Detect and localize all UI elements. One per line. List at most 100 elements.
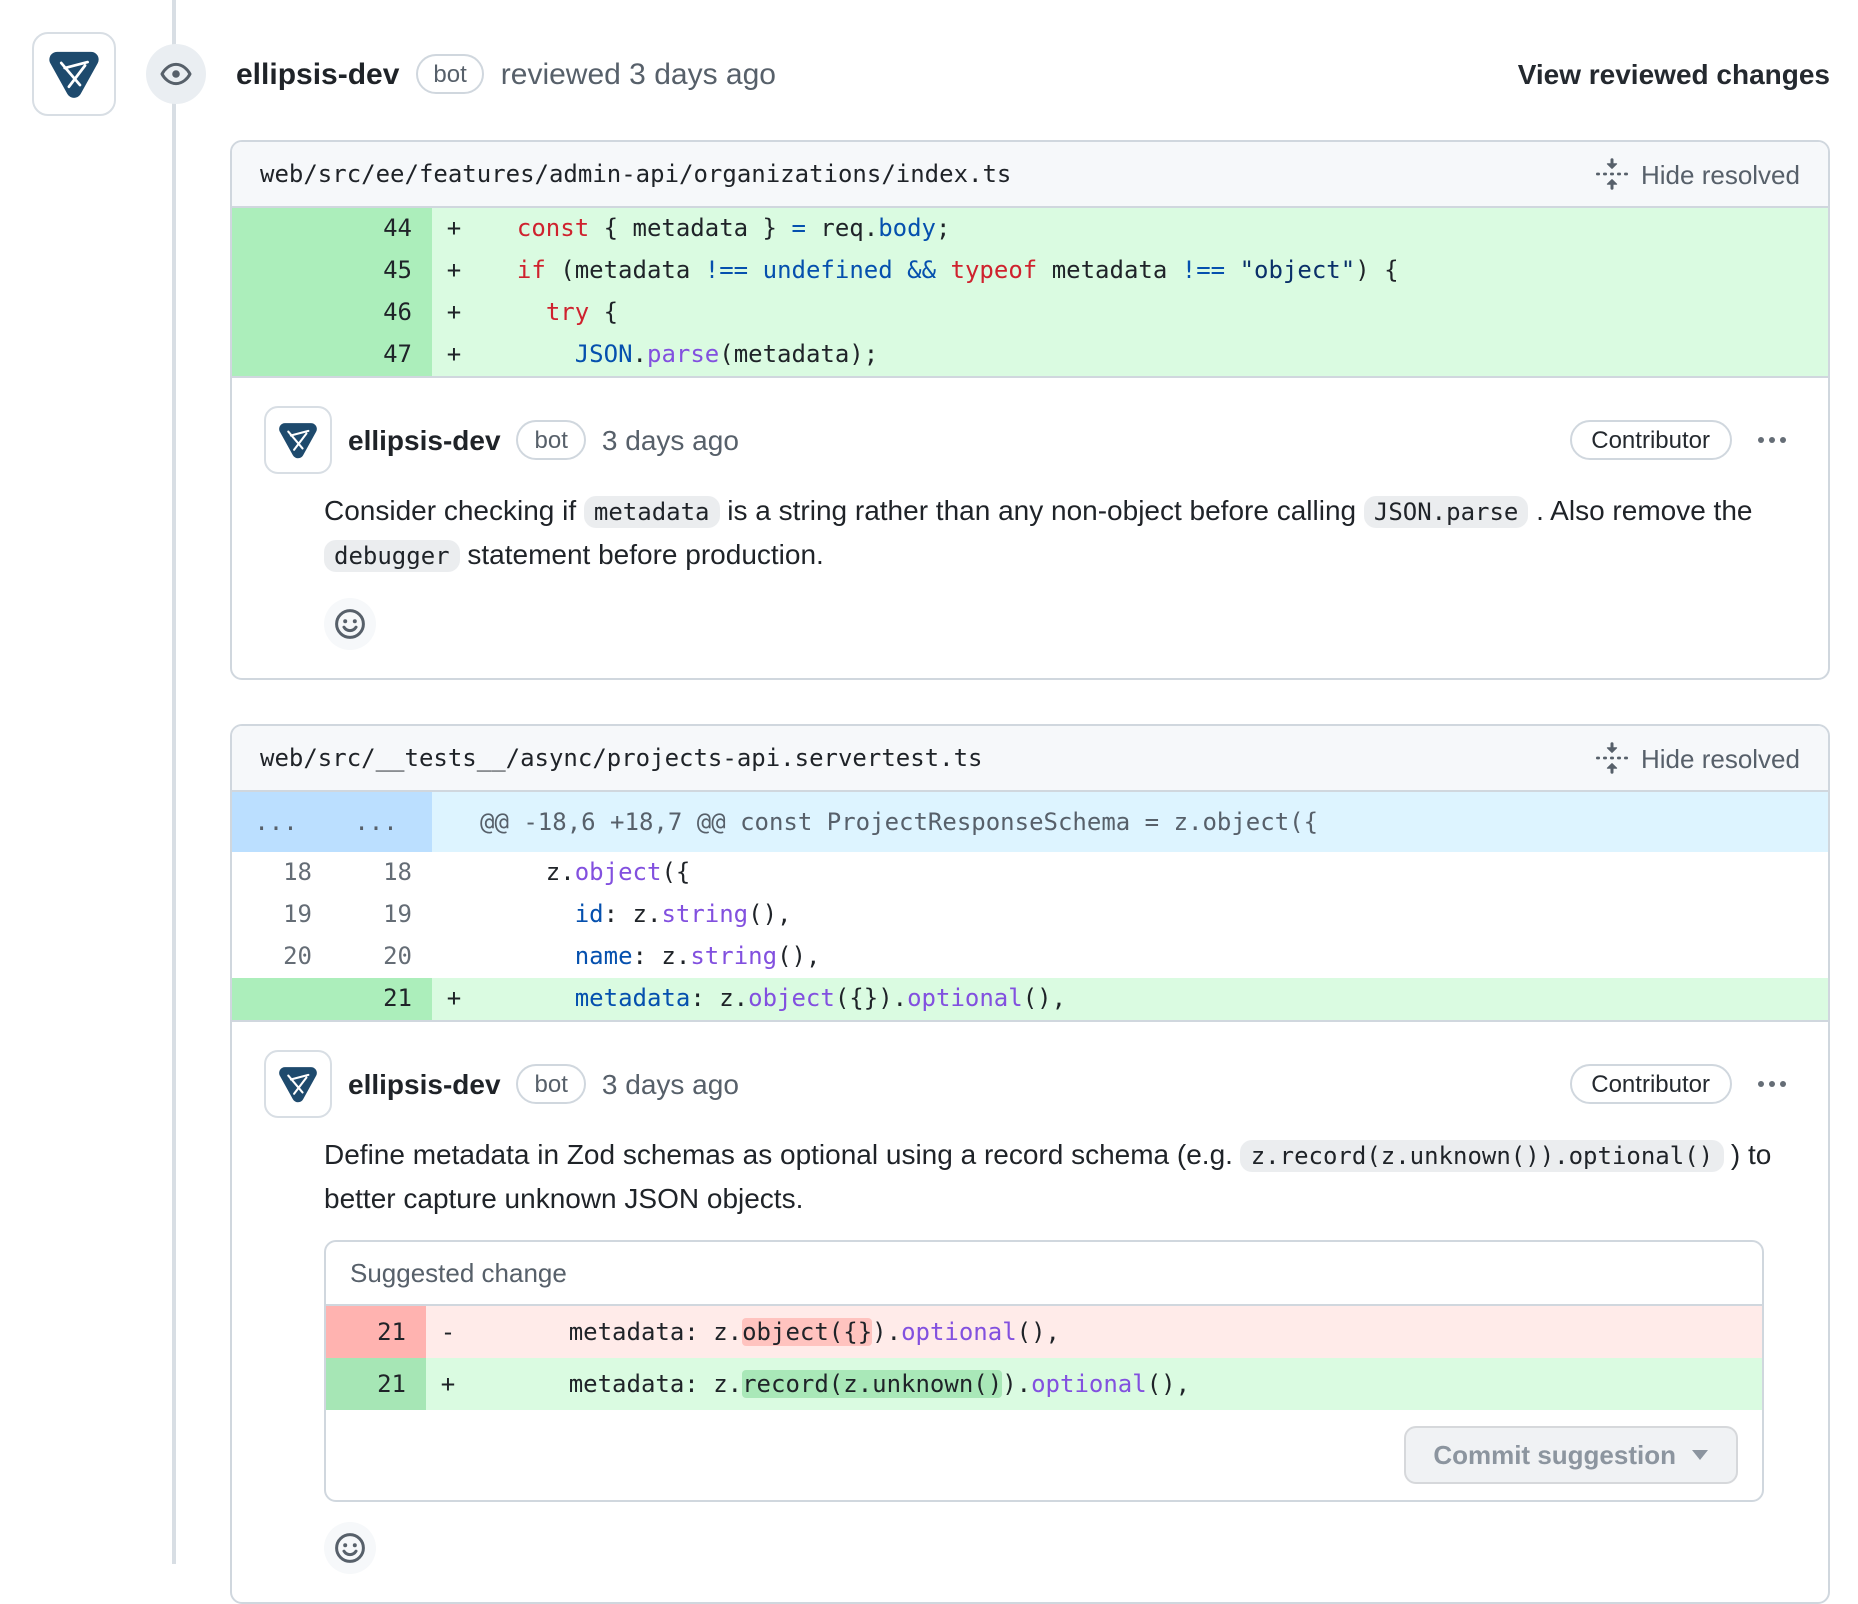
hide-resolved-button[interactable]: Hide resolved	[1595, 154, 1800, 194]
code-line: id: z.string(),	[476, 894, 1828, 936]
diff-sign	[432, 852, 476, 894]
add-reaction-button[interactable]	[324, 598, 376, 650]
code-line: z.object({	[476, 852, 1828, 894]
reviewer-name-link[interactable]: ellipsis-dev	[236, 57, 399, 91]
review-comment-card-2: web/src/__tests__/async/projects-api.ser…	[230, 724, 1830, 1604]
kebab-menu-icon	[1756, 1068, 1788, 1100]
code-line: try {	[476, 292, 1828, 334]
new-line-number: ...	[332, 792, 432, 852]
new-line-number: 20	[332, 936, 432, 978]
contributor-badge: Contributor	[1569, 1064, 1732, 1104]
comment-avatar[interactable]	[264, 406, 332, 474]
new-line-number: 18	[332, 852, 432, 894]
diff-line: 44 + const { metadata } = req.body;	[232, 208, 1828, 250]
code-line: metadata: z.record(z.unknown()).optional…	[470, 1358, 1762, 1410]
old-line-number: 20	[232, 936, 332, 978]
old-line-number: 18	[232, 852, 332, 894]
dropdown-caret-icon	[1692, 1450, 1708, 1460]
comment-author-link[interactable]: ellipsis-dev	[348, 1068, 501, 1100]
comment-timestamp-link[interactable]: 3 days ago	[602, 424, 739, 456]
diff-line: 18 18 z.object({	[232, 852, 1828, 894]
hunk-header-line: ... ... @@ -18,6 +18,7 @@ const ProjectR…	[232, 792, 1828, 852]
view-reviewed-changes-link[interactable]: View reviewed changes	[1518, 58, 1830, 90]
old-line-number	[232, 334, 332, 376]
bot-badge: bot	[517, 1064, 586, 1104]
old-line-number: 19	[232, 894, 332, 936]
code-line: metadata: z.object({}).optional(),	[476, 978, 1828, 1020]
diff-line: 46 + try {	[232, 292, 1828, 334]
diff-sign	[432, 894, 476, 936]
diff-sign: +	[432, 292, 476, 334]
code-line: const { metadata } = req.body;	[476, 208, 1828, 250]
review-action-text: reviewed 3 days ago	[501, 57, 776, 91]
diff-line: 21 + metadata: z.object({}).optional(),	[232, 978, 1828, 1020]
comment-avatar[interactable]	[264, 1050, 332, 1118]
code-line: if (metadata !== undefined && typeof met…	[476, 250, 1828, 292]
kebab-menu-icon	[1756, 424, 1788, 456]
diff-sign: +	[426, 1358, 470, 1410]
comment-header: ellipsis-dev bot 3 days ago Contributor	[264, 406, 1796, 474]
bot-badge: bot	[517, 420, 586, 460]
comment-timestamp-link[interactable]: 3 days ago	[602, 1068, 739, 1100]
file-header-1: web/src/ee/features/admin-api/organizati…	[232, 142, 1828, 208]
diff-line: 20 20 name: z.string(),	[232, 936, 1828, 978]
diff-sign: -	[426, 1306, 470, 1358]
file-path-link[interactable]: web/src/ee/features/admin-api/organizati…	[260, 160, 1011, 188]
new-line-number: 46	[332, 292, 432, 334]
file-path-link[interactable]: web/src/__tests__/async/projects-api.ser…	[260, 744, 982, 772]
add-reaction-button[interactable]	[324, 1522, 376, 1574]
suggested-change-title: Suggested change	[326, 1242, 1762, 1306]
comment-options-button[interactable]	[1748, 1064, 1796, 1104]
suggested-change-block: Suggested change 21 - metadata: z.object…	[324, 1240, 1764, 1502]
diff-block-1: 44 + const { metadata } = req.body; 45 +…	[232, 208, 1828, 376]
diff-sign: +	[432, 208, 476, 250]
new-line-number: 21	[332, 978, 432, 1020]
hide-resolved-label: Hide resolved	[1641, 159, 1800, 189]
file-header-2: web/src/__tests__/async/projects-api.ser…	[232, 726, 1828, 792]
old-line-number	[232, 250, 332, 292]
suggestion-deletion-line: 21 - metadata: z.object({}).optional(),	[326, 1306, 1762, 1358]
comment-author-link[interactable]: ellipsis-dev	[348, 424, 501, 456]
pr-review-thread: ellipsis-dev bot reviewed 3 days ago Vie…	[0, 0, 1858, 1564]
hide-resolved-label: Hide resolved	[1641, 743, 1800, 773]
comment-body: Define metadata in Zod schemas as option…	[324, 1134, 1796, 1220]
contributor-badge: Contributor	[1569, 420, 1732, 460]
diff-sign: +	[432, 978, 476, 1020]
diff-line: 19 19 id: z.string(),	[232, 894, 1828, 936]
review-event-header: ellipsis-dev bot reviewed 3 days ago Vie…	[0, 0, 1858, 116]
smiley-icon	[334, 1532, 366, 1564]
bot-badge: bot	[415, 54, 484, 94]
new-line-number: 19	[332, 894, 432, 936]
new-line-number: 44	[332, 208, 432, 250]
diff-line: 45 + if (metadata !== undefined && typeo…	[232, 250, 1828, 292]
code-line: name: z.string(),	[476, 936, 1828, 978]
commit-suggestion-button[interactable]: Commit suggestion	[1403, 1426, 1738, 1484]
suggestion-addition-line: 21 + metadata: z.record(z.unknown()).opt…	[326, 1358, 1762, 1410]
fold-icon	[1595, 742, 1627, 774]
ellipsis-logo-icon	[40, 40, 108, 108]
comment-options-button[interactable]	[1748, 420, 1796, 460]
review-comment-2: ellipsis-dev bot 3 days ago Contributor …	[232, 1020, 1828, 1602]
eye-icon	[146, 44, 206, 104]
review-comment-card-1: web/src/ee/features/admin-api/organizati…	[230, 140, 1830, 680]
review-event-text: ellipsis-dev bot reviewed 3 days ago	[236, 54, 776, 94]
line-number: 21	[326, 1358, 426, 1410]
reviewer-avatar[interactable]	[32, 32, 116, 116]
diff-sign: +	[432, 250, 476, 292]
diff-block-2: ... ... @@ -18,6 +18,7 @@ const ProjectR…	[232, 792, 1828, 1020]
smiley-icon	[334, 608, 366, 640]
old-line-number	[232, 208, 332, 250]
diff-sign: +	[432, 334, 476, 376]
diff-sign	[432, 936, 476, 978]
code-line: JSON.parse(metadata);	[476, 334, 1828, 376]
old-line-number	[232, 978, 332, 1020]
timeline-line	[172, 0, 176, 1564]
comment-header: ellipsis-dev bot 3 days ago Contributor	[264, 1050, 1796, 1118]
line-number: 21	[326, 1306, 426, 1358]
comment-body: Consider checking if metadata is a strin…	[324, 490, 1796, 578]
suggestion-footer: Commit suggestion	[326, 1410, 1762, 1500]
ellipsis-logo-icon	[272, 414, 324, 466]
fold-icon	[1595, 158, 1627, 190]
new-line-number: 45	[332, 250, 432, 292]
hide-resolved-button[interactable]: Hide resolved	[1595, 738, 1800, 778]
